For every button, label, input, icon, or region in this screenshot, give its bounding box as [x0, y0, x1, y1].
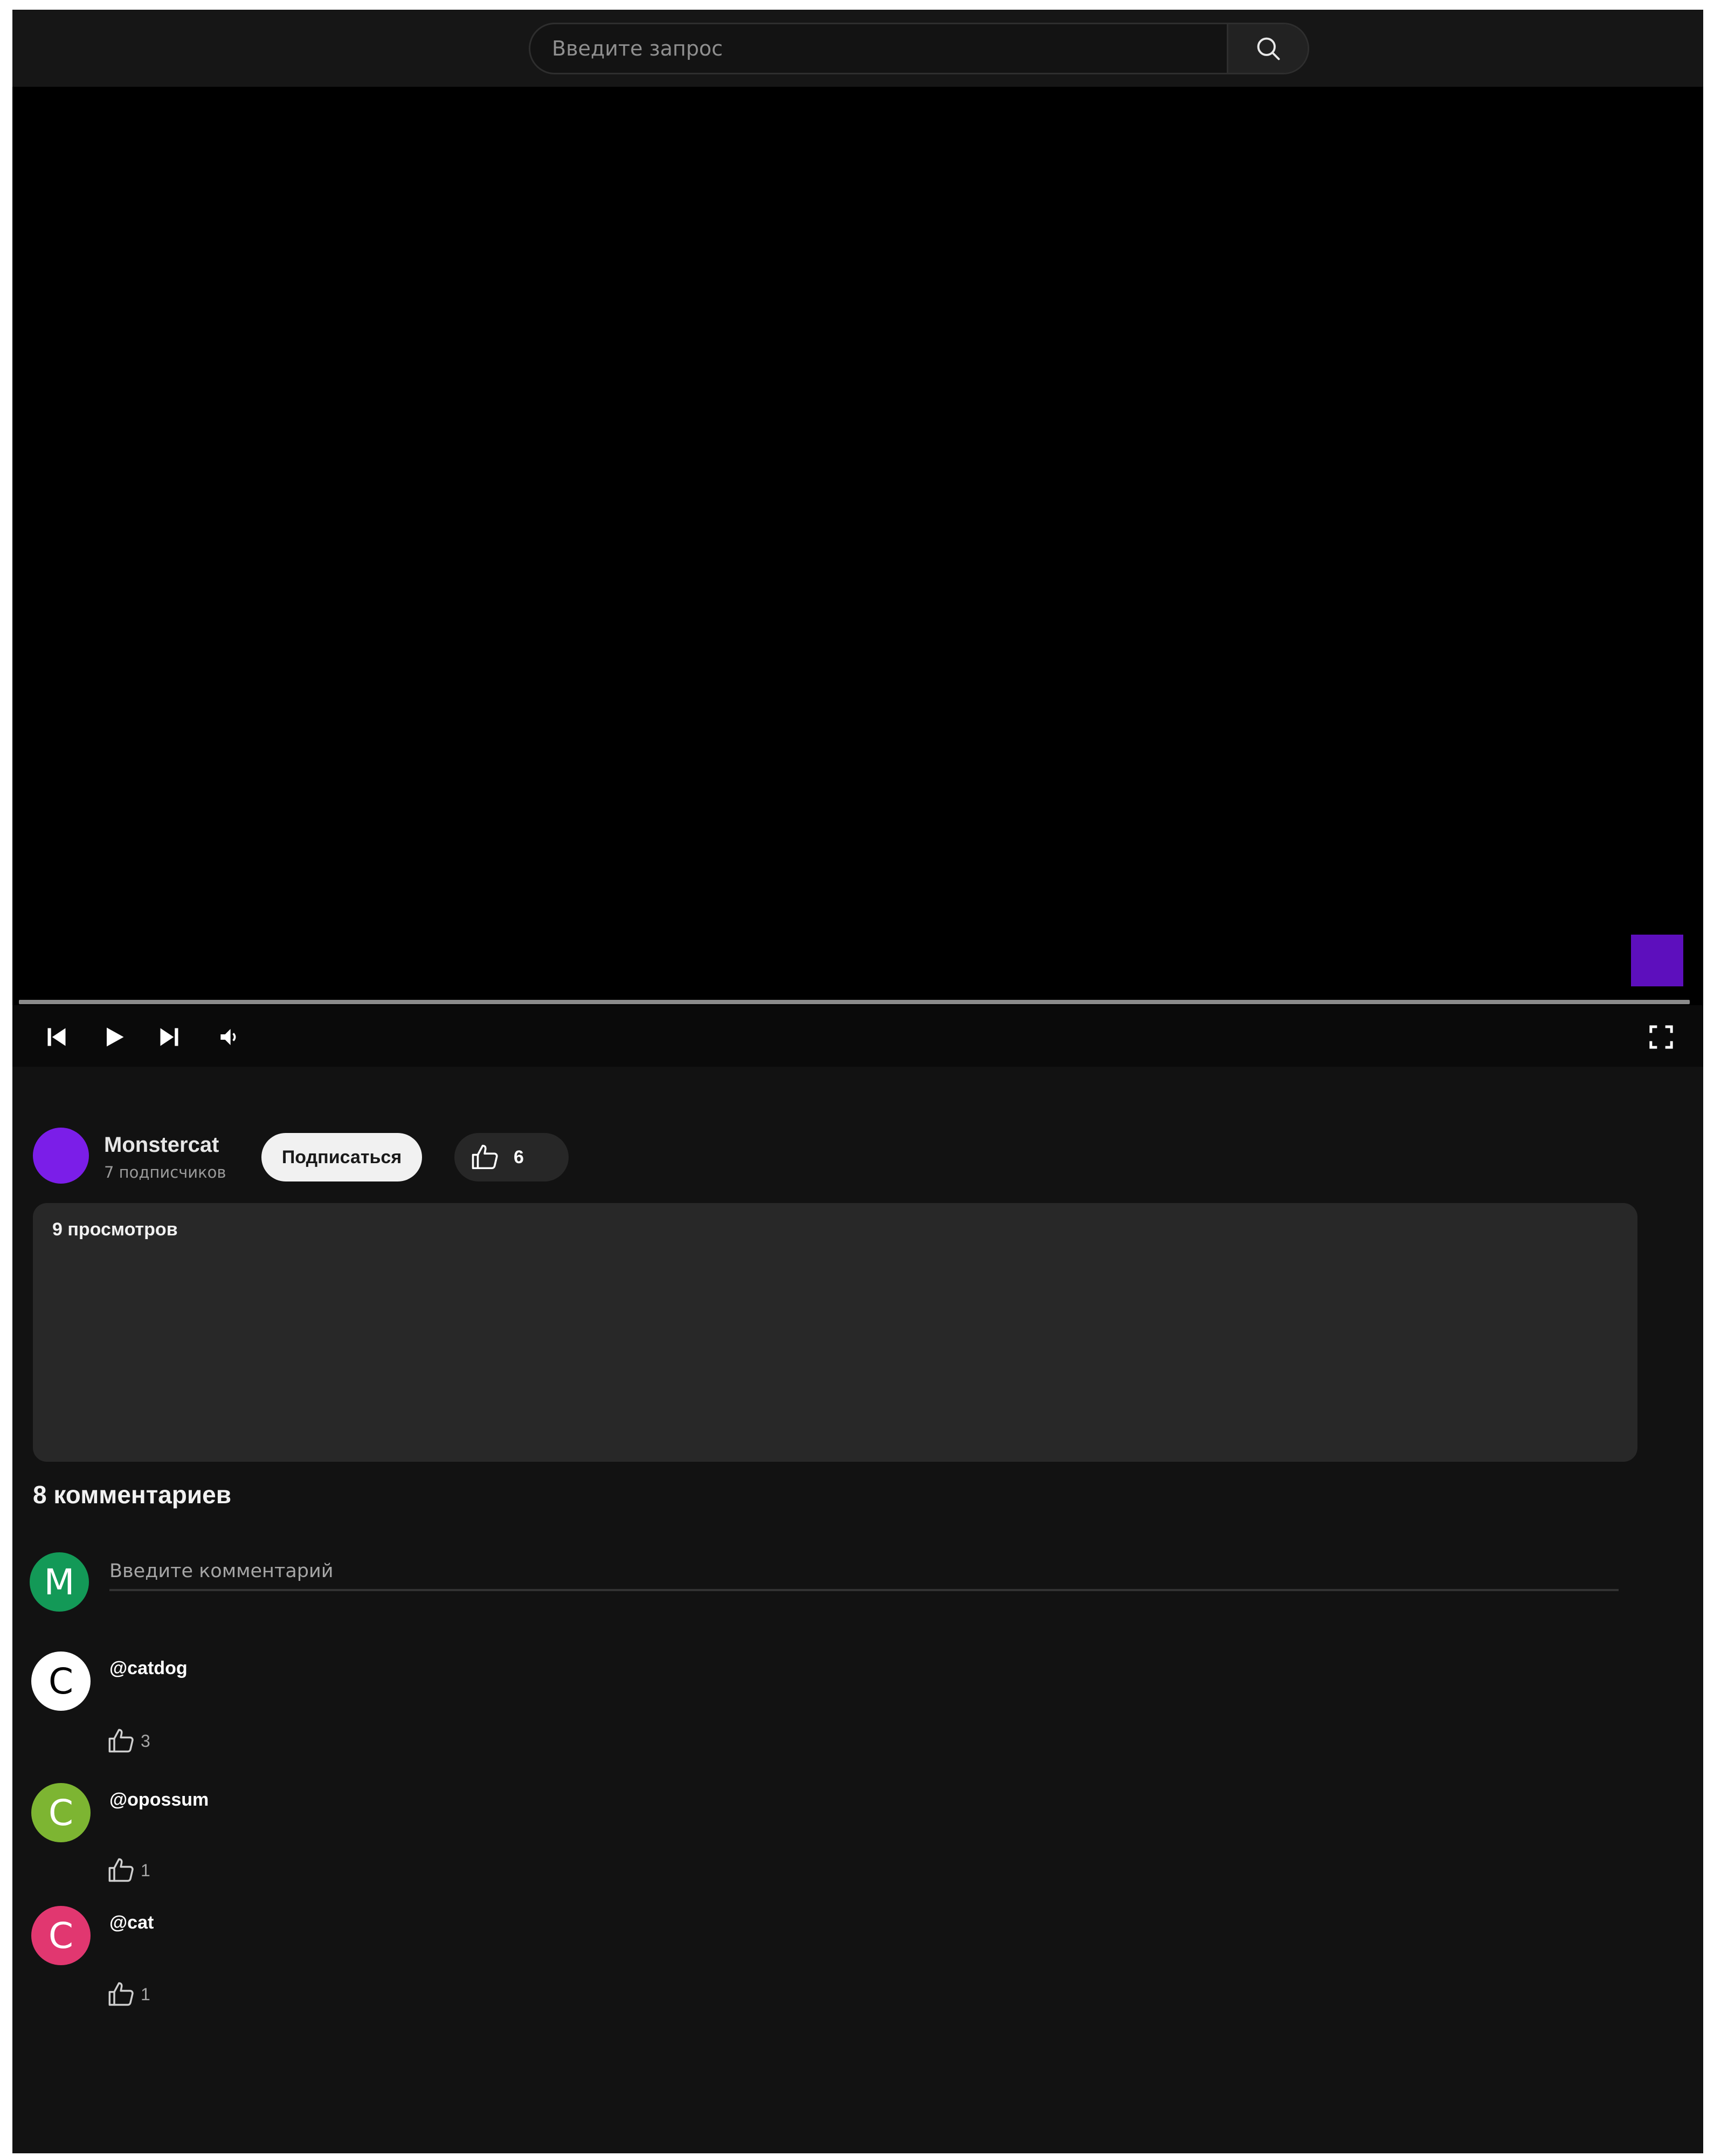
comment-like-button[interactable]: 3 — [107, 1726, 150, 1756]
thumbs-up-icon — [108, 1982, 134, 2006]
like-count: 6 — [514, 1146, 524, 1167]
search-input[interactable] — [530, 24, 1227, 73]
channel-avatar[interactable] — [33, 1128, 89, 1184]
view-count: 9 просмотров — [52, 1219, 178, 1240]
comment-author[interactable]: @cat — [109, 1912, 154, 1933]
comment-author[interactable]: @catdog — [109, 1658, 188, 1679]
video-overlay-square — [1631, 935, 1683, 986]
fullscreen-button[interactable] — [1648, 1024, 1675, 1051]
comments-count: 8 комментариев — [33, 1481, 232, 1509]
search-bar — [529, 23, 1309, 74]
comment-like-count: 1 — [141, 1984, 150, 2004]
comment-like-count: 3 — [141, 1731, 150, 1751]
progress-bar[interactable] — [19, 1000, 1690, 1004]
search-icon — [1257, 37, 1280, 60]
player-controls — [12, 1005, 1703, 1067]
comment-avatar[interactable]: C — [31, 1651, 91, 1711]
skip-previous-icon — [47, 1028, 66, 1046]
top-bar — [12, 10, 1703, 87]
play-button[interactable] — [101, 1024, 128, 1051]
channel-name[interactable]: Monstercat — [104, 1133, 219, 1157]
comment-like-button[interactable]: 1 — [107, 1979, 150, 2009]
comment-avatar[interactable]: C — [31, 1783, 91, 1842]
comment-input[interactable] — [109, 1553, 1619, 1591]
comment-author[interactable]: @opossum — [109, 1789, 209, 1811]
like-button[interactable]: 6 — [454, 1133, 569, 1181]
next-button[interactable] — [156, 1024, 183, 1051]
play-icon — [107, 1027, 124, 1047]
previous-button[interactable] — [43, 1024, 70, 1051]
thumbs-up-icon — [472, 1144, 498, 1170]
subscriber-count: 7 подписчиков — [104, 1163, 226, 1181]
description-box[interactable]: 9 просмотров — [33, 1203, 1637, 1462]
thumbs-up-icon — [108, 1729, 134, 1753]
video-player[interactable] — [12, 87, 1703, 1067]
comment-avatar[interactable]: C — [31, 1906, 91, 1965]
fullscreen-icon — [1649, 1025, 1673, 1049]
volume-icon — [220, 1029, 236, 1045]
subscribe-button[interactable]: Подписаться — [261, 1133, 422, 1181]
comment-like-count: 1 — [141, 1860, 150, 1880]
volume-button[interactable] — [216, 1024, 243, 1051]
comment-like-button[interactable]: 1 — [107, 1855, 150, 1885]
skip-next-icon — [160, 1028, 178, 1046]
thumbs-up-icon — [108, 1858, 134, 1882]
video-page: Monstercat 7 подписчиков Подписаться 6 9… — [12, 10, 1703, 2153]
search-button[interactable] — [1227, 24, 1308, 73]
current-user-avatar: M — [30, 1552, 89, 1612]
